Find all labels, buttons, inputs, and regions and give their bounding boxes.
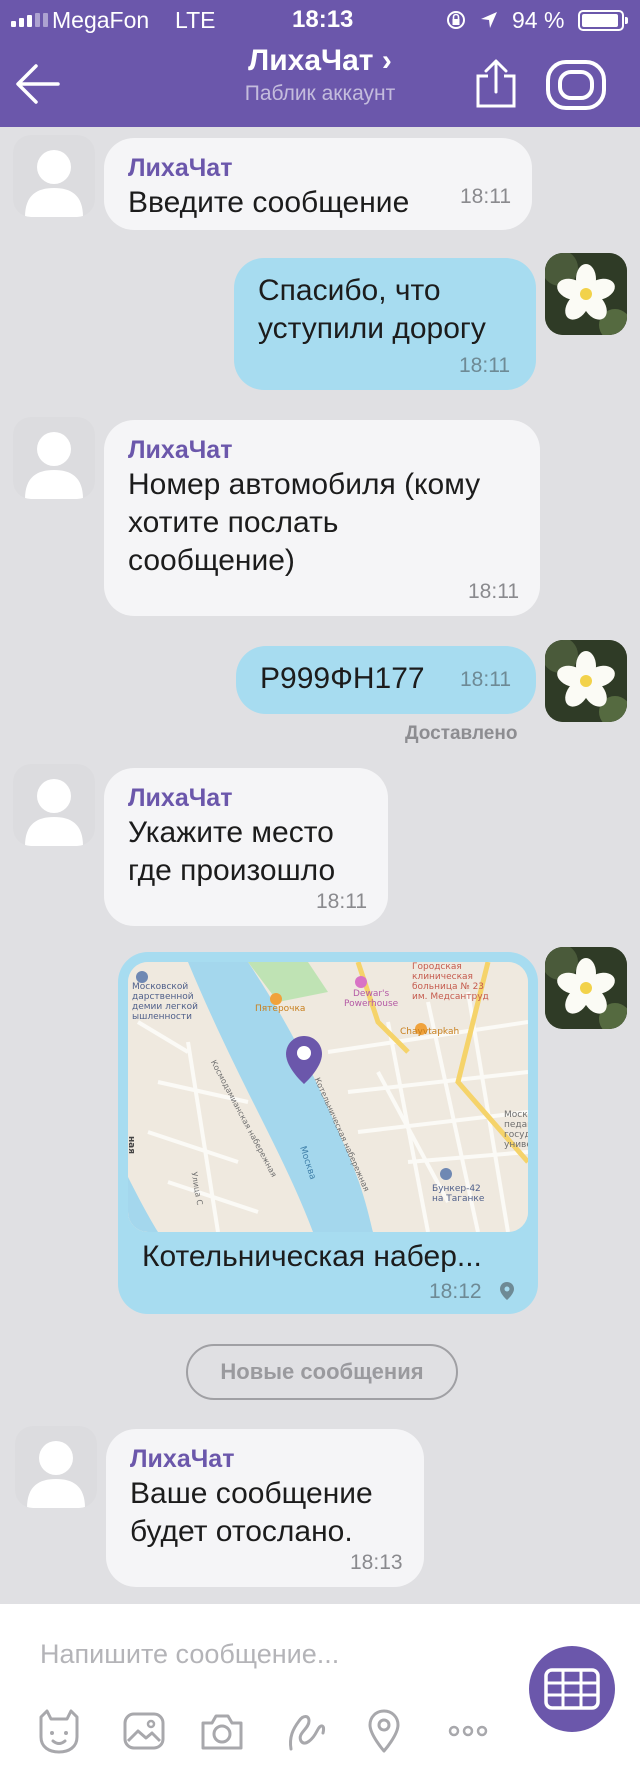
map-label: Powerhouse bbox=[344, 999, 399, 1009]
bot-avatar[interactable] bbox=[13, 135, 95, 217]
message-bubble[interactable]: Р999ФН177 18:11 bbox=[236, 646, 536, 714]
battery-percent: 94 % bbox=[512, 7, 565, 33]
battery-icon bbox=[578, 10, 628, 31]
message-time: 18:11 bbox=[460, 668, 511, 691]
map-label: государ bbox=[504, 1130, 528, 1140]
delivery-status: Доставлено bbox=[405, 723, 518, 744]
map-label: униве bbox=[504, 1140, 528, 1150]
chat-title: ЛихаЧат › bbox=[248, 44, 392, 77]
message-text-line: уступили дорогу bbox=[258, 312, 486, 345]
carrier-label: MegaFon bbox=[52, 7, 150, 33]
user-avatar[interactable] bbox=[545, 253, 627, 335]
location-pin-icon bbox=[500, 1282, 514, 1300]
top-bar: MegaFon LTE 18:13 94 % ЛихаЧат › Паблик … bbox=[0, 0, 640, 127]
keyboard-icon bbox=[544, 1668, 600, 1710]
status-time: 18:13 bbox=[292, 6, 354, 33]
user-avatar[interactable] bbox=[545, 640, 627, 722]
map-label: ная bbox=[128, 1135, 137, 1155]
map-label: клиническая bbox=[412, 972, 473, 982]
arrow-left-icon[interactable] bbox=[14, 60, 62, 108]
message-time: 18:11 bbox=[468, 580, 519, 603]
message-time: 18:13 bbox=[350, 1551, 403, 1574]
message-text-line: хотите послать bbox=[128, 506, 339, 539]
message-sender: ЛихаЧат bbox=[128, 784, 233, 812]
share-icon[interactable] bbox=[472, 58, 520, 110]
message-time: 18:11 bbox=[316, 890, 367, 913]
map-label: Пятерочка bbox=[255, 1004, 306, 1014]
bot-avatar[interactable] bbox=[13, 417, 95, 499]
message-sender: ЛихаЧат bbox=[128, 154, 233, 182]
chat-title-button[interactable]: ЛихаЧат › Паблик аккаунт bbox=[160, 44, 480, 106]
map-label: демии легкой bbox=[132, 1002, 198, 1012]
map-preview[interactable]: Московской дарственной демии легкой ышле… bbox=[128, 962, 528, 1232]
message-text: Введите сообщение bbox=[128, 186, 410, 219]
message-bubble[interactable]: ЛихаЧат Номер автомобиля (кому хотите по… bbox=[104, 420, 540, 616]
map-label: Моск bbox=[504, 1110, 528, 1120]
message-text-line: где произошло bbox=[128, 854, 336, 887]
message-sender: ЛихаЧат bbox=[128, 436, 233, 464]
message-text-line: Ваше сообщение bbox=[130, 1477, 373, 1510]
message-sender: ЛихаЧат bbox=[130, 1445, 235, 1473]
message-bubble[interactable]: ЛихаЧат Введите сообщение 18:11 bbox=[104, 138, 532, 230]
map-label: Городская bbox=[412, 962, 462, 972]
new-messages-button[interactable]: Новые сообщения bbox=[186, 1344, 458, 1400]
user-avatar[interactable] bbox=[545, 947, 627, 1029]
map-label: на Таганке bbox=[432, 1194, 485, 1204]
message-bubble[interactable]: ЛихаЧат Ваше сообщение будет отослано. 1… bbox=[106, 1429, 424, 1587]
chat-subtitle: Паблик аккаунт bbox=[244, 82, 396, 105]
message-bubble[interactable]: Спасибо, что уступили дорогу 18:11 bbox=[234, 258, 536, 390]
bot-avatar[interactable] bbox=[13, 764, 95, 846]
status-bar: MegaFon LTE 18:13 94 % bbox=[0, 0, 640, 40]
more-icon[interactable] bbox=[444, 1707, 492, 1755]
message-time: 18:11 bbox=[460, 185, 511, 208]
message-text-line: сообщение) bbox=[128, 544, 295, 577]
map-label: им. Медсантруд bbox=[412, 992, 489, 1002]
rotation-lock-icon bbox=[447, 11, 465, 29]
gallery-icon[interactable] bbox=[120, 1707, 168, 1755]
message-text-line: Спасибо, что bbox=[258, 274, 441, 307]
network-label: LTE bbox=[175, 7, 216, 33]
map-label: дарственной bbox=[132, 992, 194, 1002]
message-time: 18:11 bbox=[459, 354, 510, 377]
map-label: ышленности bbox=[132, 1012, 192, 1022]
sticker-icon[interactable] bbox=[35, 1707, 83, 1755]
message-bubble[interactable]: ЛихаЧат Укажите место где произошло 18:1… bbox=[104, 768, 388, 926]
camera-icon[interactable] bbox=[198, 1707, 246, 1755]
message-input[interactable]: Напишите сообщение... bbox=[40, 1632, 500, 1676]
map-label: больница № 23 bbox=[412, 982, 485, 992]
map-label: Московской bbox=[132, 982, 189, 992]
message-text-line: Номер автомобиля (кому bbox=[128, 468, 481, 501]
keyboard-button[interactable] bbox=[529, 1646, 615, 1732]
map-label: Chayvtapkah bbox=[400, 1027, 460, 1037]
message-time: 18:12 bbox=[429, 1280, 482, 1303]
viber-icon[interactable] bbox=[545, 59, 607, 111]
message-text-line: Укажите место bbox=[128, 816, 334, 849]
location-icon[interactable] bbox=[360, 1707, 408, 1755]
location-caption: Котельническая набер... bbox=[142, 1240, 482, 1273]
map-label: Dewar's bbox=[352, 989, 390, 999]
doodle-icon[interactable] bbox=[281, 1707, 329, 1755]
map-label: Бункер-42 bbox=[432, 1184, 481, 1194]
location-message[interactable]: Московской дарственной демии легкой ышле… bbox=[118, 952, 538, 1314]
map-label: педаго bbox=[504, 1120, 528, 1130]
message-text-line: будет отослано. bbox=[130, 1515, 353, 1548]
location-arrow-icon bbox=[481, 12, 497, 28]
bot-avatar[interactable] bbox=[15, 1426, 97, 1508]
signal-icon bbox=[11, 13, 48, 27]
composer: Напишите сообщение... bbox=[0, 1604, 640, 1780]
